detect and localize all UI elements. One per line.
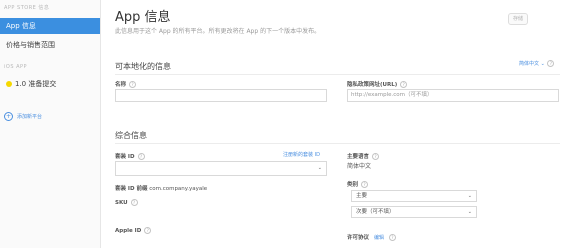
main-content: App 信息 此信息用于这个 App 的所有平台。所有更改将在 App 的下一个… xyxy=(100,0,568,248)
chevron-down-icon: ⌄ xyxy=(317,165,322,171)
license-label: 许可协议 编辑 ? xyxy=(347,233,396,241)
privacy-url-placeholder: http://example.com（可不填） xyxy=(351,92,433,98)
primary-language-label-text: 主要语言 xyxy=(347,154,370,160)
section-divider xyxy=(115,74,560,75)
help-icon[interactable]: ? xyxy=(144,227,152,234)
page-subtitle: 此信息用于这个 App 的所有平台。所有更改将在 App 的下一个版本中发布。 xyxy=(115,28,321,35)
sidebar-item-version[interactable]: 1.0 准备提交 xyxy=(0,79,106,89)
sidebar-item-label: 价格与销售范围 xyxy=(6,41,55,49)
save-button[interactable]: 存储 xyxy=(508,13,528,25)
bundle-id-select[interactable]: ⌄ xyxy=(115,161,327,176)
sidebar-item-pricing[interactable]: 价格与销售范围 xyxy=(0,40,106,50)
sidebar-section-ios-app: iOS APP xyxy=(4,64,28,70)
help-icon[interactable]: ? xyxy=(130,199,138,206)
name-field[interactable] xyxy=(115,89,327,102)
apple-id-label: Apple ID? xyxy=(115,227,152,234)
privacy-url-label-text: 隐私政策网址(URL) xyxy=(347,82,398,88)
bundle-id-prefix-value: com.company.yayale xyxy=(149,186,208,192)
sku-label: SKU? xyxy=(115,199,138,206)
help-icon[interactable]: ? xyxy=(547,60,555,67)
localizable-section-title: 可本地化的信息 xyxy=(115,62,171,71)
primary-language-label: 主要语言? xyxy=(347,152,380,160)
privacy-url-field[interactable]: http://example.com（可不填） xyxy=(347,89,559,102)
chevron-down-icon: ⌄ xyxy=(540,61,547,67)
bundle-id-label-text: 套装 ID xyxy=(115,154,135,160)
general-section-title: 综合信息 xyxy=(115,131,147,140)
category-label-text: 类别 xyxy=(347,182,359,188)
help-icon[interactable]: ? xyxy=(137,153,145,160)
help-icon[interactable]: ? xyxy=(400,81,408,88)
help-icon[interactable]: ? xyxy=(372,153,380,160)
add-icon: + xyxy=(4,112,13,121)
primary-language-value[interactable]: 简体中文 xyxy=(347,161,371,170)
category-secondary-select[interactable]: 次要（可不填） ⌄ xyxy=(351,206,477,218)
sidebar-item-app-info[interactable]: App 信息 xyxy=(0,18,100,34)
chevron-down-icon: ⌄ xyxy=(467,193,472,199)
bundle-id-label: 套装 ID? xyxy=(115,152,145,160)
sku-label-text: SKU xyxy=(115,200,128,206)
section-divider xyxy=(115,143,560,144)
name-label-text: 名称 xyxy=(115,82,127,88)
sidebar-section-app-store: APP STORE 信息 xyxy=(4,5,50,11)
category-primary-select[interactable]: 主要 ⌄ xyxy=(351,190,477,202)
language-label: 简体中文 xyxy=(519,61,540,67)
register-bundle-id-link[interactable]: 注册新的套装 ID xyxy=(283,151,320,158)
license-edit-link[interactable]: 编辑 xyxy=(374,235,384,241)
apple-id-label-text: Apple ID xyxy=(115,228,142,234)
help-icon[interactable]: ? xyxy=(361,181,369,188)
license-label-text: 许可协议 xyxy=(347,235,370,241)
chevron-down-icon: ⌄ xyxy=(467,209,472,215)
category-label: 类别? xyxy=(347,180,369,188)
help-icon[interactable]: ? xyxy=(129,81,137,88)
page-title: App 信息 xyxy=(115,10,171,25)
bundle-id-prefix-label: 套装 ID 前缀 xyxy=(115,186,148,192)
sidebar: APP STORE 信息 App 信息 价格与销售范围 iOS APP 1.0 … xyxy=(0,0,100,248)
bundle-id-prefix: 套装 ID 前缀 com.company.yayale xyxy=(115,184,207,192)
sidebar-item-label: App 信息 xyxy=(6,22,36,30)
language-selector[interactable]: 简体中文 ⌄ ? xyxy=(519,60,555,67)
help-icon[interactable]: ? xyxy=(388,234,396,241)
add-platform-button[interactable]: + 添加新平台 xyxy=(0,112,104,121)
privacy-url-label: 隐私政策网址(URL)? xyxy=(347,80,408,88)
status-dot-icon xyxy=(6,81,12,87)
add-platform-label: 添加新平台 xyxy=(17,114,43,120)
category-primary-value: 主要 xyxy=(356,193,368,199)
category-secondary-value: 次要（可不填） xyxy=(356,209,395,215)
name-label: 名称? xyxy=(115,80,137,88)
sidebar-item-label: 1.0 准备提交 xyxy=(15,80,57,88)
